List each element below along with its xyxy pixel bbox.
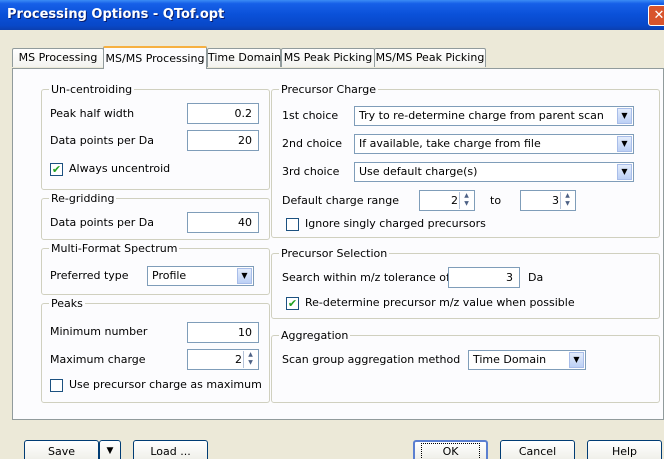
arrow-down-icon: ▼ [248, 359, 253, 366]
peak-half-width-input[interactable]: 0.2 [187, 103, 259, 124]
ignore-singly-label: Ignore singly charged precursors [305, 217, 486, 230]
arrow-down-icon: ▼ [565, 200, 570, 207]
charge-range-from-spinner[interactable]: 2 ▲ ▼ [419, 190, 475, 211]
multiformat-group: Multi-Format Spectrum Preferred type Pro… [41, 242, 270, 295]
aggregation-method-value: Time Domain [473, 353, 547, 366]
chevron-down-icon: ▼ [617, 136, 632, 152]
use-precursor-label: Use precursor charge as maximum [69, 378, 262, 391]
third-choice-label: 3rd choice [282, 165, 340, 178]
tolerance-label: Search within m/z tolerance of [282, 271, 450, 284]
title-bar[interactable]: Processing Options - QTof.opt ✕ [0, 0, 664, 30]
use-precursor-checkbox[interactable] [50, 379, 63, 392]
points-per-da-input[interactable]: 20 [187, 130, 259, 151]
chevron-down-icon: ▼ [617, 164, 632, 180]
peaks-group: Peaks Minimum number 10 Maximum charge 2… [41, 297, 270, 403]
uncentroiding-title: Un-centroiding [49, 83, 135, 96]
regridding-title: Re-gridding [49, 192, 117, 205]
tab-msms-processing[interactable]: MS/MS Processing [103, 46, 207, 69]
peaks-title: Peaks [49, 297, 85, 310]
precursor-charge-title: Precursor Charge [279, 83, 378, 96]
ok-label: OK [421, 443, 480, 459]
first-choice-select[interactable]: Try to re-determine charge from parent s… [354, 106, 634, 126]
third-choice-value: Use default charge(s) [359, 165, 478, 178]
save-button[interactable]: Save [24, 440, 99, 459]
aggregation-group: Aggregation Scan group aggregation metho… [271, 329, 660, 403]
second-choice-label: 2nd choice [282, 137, 343, 150]
min-number-input[interactable]: 10 [187, 322, 259, 343]
cancel-button[interactable]: Cancel [500, 440, 575, 459]
max-charge-value: 2 [235, 353, 242, 366]
charge-range-to-value: 3 [552, 194, 559, 207]
precursor-charge-group: Precursor Charge 1st choice Try to re-de… [271, 83, 660, 238]
aggregation-title: Aggregation [279, 329, 351, 342]
preferred-type-label: Preferred type [50, 269, 129, 282]
arrow-down-icon: ▼ [464, 200, 469, 207]
redetermine-label: Re-determine precursor m/z value when po… [305, 296, 575, 309]
spinner-arrows[interactable]: ▲ ▼ [243, 351, 257, 368]
load-button[interactable]: Load ... [133, 440, 208, 459]
uncentroiding-group: Un-centroiding Peak half width 0.2 Data … [41, 83, 270, 190]
tab-time-domain[interactable]: Time Domain [207, 48, 281, 67]
aggregation-method-label: Scan group aggregation method [282, 353, 461, 366]
charge-range-label: Default charge range [282, 194, 400, 207]
chevron-down-icon: ▼ [237, 268, 252, 284]
regrid-points-input[interactable]: 40 [187, 212, 259, 233]
arrow-up-icon: ▲ [565, 192, 570, 199]
arrow-up-icon: ▲ [248, 351, 253, 358]
tolerance-unit: Da [528, 271, 544, 284]
multiformat-title: Multi-Format Spectrum [49, 242, 180, 255]
regrid-points-label: Data points per Da [50, 216, 155, 229]
ok-button[interactable]: OK [413, 440, 488, 459]
precursor-selection-title: Precursor Selection [279, 247, 390, 260]
spinner-arrows[interactable]: ▲ ▼ [459, 192, 473, 209]
save-dropdown-button[interactable]: ▼ [99, 440, 121, 459]
tab-ms-processing[interactable]: MS Processing [12, 48, 104, 67]
close-button[interactable]: ✕ [648, 5, 664, 26]
first-choice-value: Try to re-determine charge from parent s… [359, 109, 604, 122]
check-icon: ✔ [287, 297, 298, 310]
check-icon: ✔ [51, 163, 62, 176]
regridding-group: Re-gridding Data points per Da 40 [41, 192, 270, 240]
arrow-up-icon: ▲ [464, 192, 469, 199]
tolerance-input[interactable]: 3 [448, 267, 520, 288]
redetermine-checkbox[interactable]: ✔ [286, 297, 299, 310]
close-icon: ✕ [653, 8, 664, 23]
help-button[interactable]: Help [587, 440, 662, 459]
tab-ms-peak-picking[interactable]: MS Peak Picking [281, 48, 375, 67]
charge-range-to-spinner[interactable]: 3 ▲ ▼ [520, 190, 576, 211]
precursor-selection-group: Precursor Selection Search within m/z to… [271, 247, 660, 319]
charge-range-to-label: to [490, 194, 502, 207]
peak-half-width-label: Peak half width [50, 107, 135, 120]
msms-processing-panel: Un-centroiding Peak half width 0.2 Data … [12, 68, 664, 420]
spinner-arrows[interactable]: ▲ ▼ [560, 192, 574, 209]
window-title: Processing Options - QTof.opt [7, 7, 225, 22]
charge-range-from-value: 2 [451, 194, 458, 207]
tab-msms-peak-picking[interactable]: MS/MS Peak Picking [374, 48, 486, 67]
processing-options-dialog: Processing Options - QTof.opt ✕ MS Proce… [0, 0, 664, 459]
tab-bar: MS Processing MS/MS Processing Time Doma… [0, 46, 664, 69]
aggregation-method-select[interactable]: Time Domain ▼ [468, 350, 586, 370]
always-uncentroid-label: Always uncentroid [69, 162, 171, 175]
min-number-label: Minimum number [50, 325, 148, 338]
chevron-down-icon: ▼ [617, 108, 632, 124]
chevron-down-icon: ▼ [569, 352, 584, 368]
points-per-da-label: Data points per Da [50, 134, 155, 147]
second-choice-select[interactable]: If available, take charge from file ▼ [354, 134, 634, 154]
max-charge-label: Maximum charge [50, 353, 146, 366]
second-choice-value: If available, take charge from file [359, 137, 541, 150]
preferred-type-select[interactable]: Profile ▼ [147, 266, 254, 286]
max-charge-spinner[interactable]: 2 ▲ ▼ [187, 349, 259, 370]
third-choice-select[interactable]: Use default charge(s) ▼ [354, 162, 634, 182]
first-choice-label: 1st choice [282, 109, 339, 122]
always-uncentroid-checkbox[interactable]: ✔ [50, 163, 63, 176]
preferred-type-value: Profile [152, 269, 187, 282]
chevron-down-icon: ▼ [106, 446, 114, 456]
ignore-singly-checkbox[interactable] [286, 218, 299, 231]
